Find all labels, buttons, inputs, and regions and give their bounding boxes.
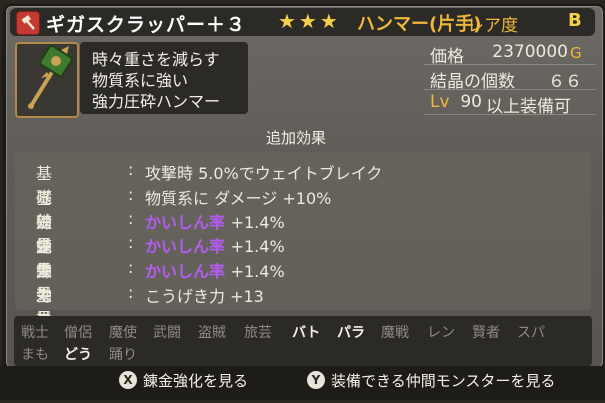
rarity-value: B [568, 10, 582, 31]
alchemy-effect-name: かいしん率 [145, 262, 226, 281]
effect-value: かいしん率 +1.4% [145, 258, 285, 282]
monster-equip-view-button[interactable]: 装備できる仲間モンスターを見る [331, 370, 555, 391]
alchemy-effect-bonus: +1.4% [230, 237, 285, 256]
price-value: 2370000 [492, 42, 568, 62]
job-label: 旅芸 [244, 325, 272, 341]
job-label: 僧侶 [64, 325, 92, 341]
price-unit: G [570, 44, 582, 62]
description-line-3: 強力圧砕ハンマー [92, 92, 221, 111]
alchemy-effect-bonus: +1.4% [230, 213, 285, 232]
effect-colon: : [128, 258, 134, 277]
y-button-icon: Y [307, 371, 325, 389]
job-label: 踊り [109, 347, 137, 363]
item-stars: ★★★ [278, 9, 341, 33]
job-label: 魔使 [109, 325, 137, 341]
effect-colon: : [128, 185, 134, 204]
stat-divider [424, 114, 596, 115]
item-image [15, 42, 79, 118]
rarity-label: レア度 [467, 16, 518, 36]
job-label: 魔戦 [381, 325, 409, 341]
alchemy-effect-name: かいしん率 [145, 237, 226, 256]
effect-value: 物質系に ダメージ +10% [145, 189, 332, 208]
job-label: パラ [337, 325, 365, 341]
effect-value: 攻撃時 5.0%でウェイトブレイク [145, 164, 383, 183]
job-label: 賢者 [472, 325, 500, 341]
giga-hammer-icon [28, 44, 73, 109]
job-label: 武闘 [153, 325, 181, 341]
effect-colon: : [128, 209, 134, 228]
job-label: バト [292, 325, 321, 341]
job-label: レン [427, 325, 455, 341]
hammer-category-icon [16, 11, 40, 35]
effect-colon: : [128, 233, 134, 252]
job-label: どう [64, 347, 92, 363]
level-value: 90 [460, 92, 482, 112]
stat-divider [424, 89, 596, 90]
extra-effects-title: 追加効果 [266, 129, 327, 147]
level-label: Lv [430, 92, 450, 112]
effect-value: こうげき力 +13 [145, 287, 264, 306]
effect-value: かいしん率 +1.4% [145, 209, 285, 233]
alchemy-effect-name: かいしん率 [145, 213, 226, 232]
job-label: まも [21, 347, 49, 363]
alchemy-view-button[interactable]: 錬金強化を見る [143, 370, 248, 391]
job-label: スパ [517, 325, 545, 341]
stat-divider [424, 64, 596, 65]
effect-colon: : [128, 160, 134, 179]
item-type: ハンマー(片手) [357, 14, 482, 35]
job-label: 戦士 [21, 325, 49, 341]
x-button-icon: X [119, 371, 137, 389]
effect-colon: : [128, 283, 134, 302]
job-label: 盗賊 [198, 325, 226, 341]
effect-value: かいしん率 +1.4% [145, 233, 285, 257]
item-name: ギガスクラッパー＋３ [46, 14, 247, 36]
alchemy-effect-bonus: +1.4% [230, 262, 285, 281]
